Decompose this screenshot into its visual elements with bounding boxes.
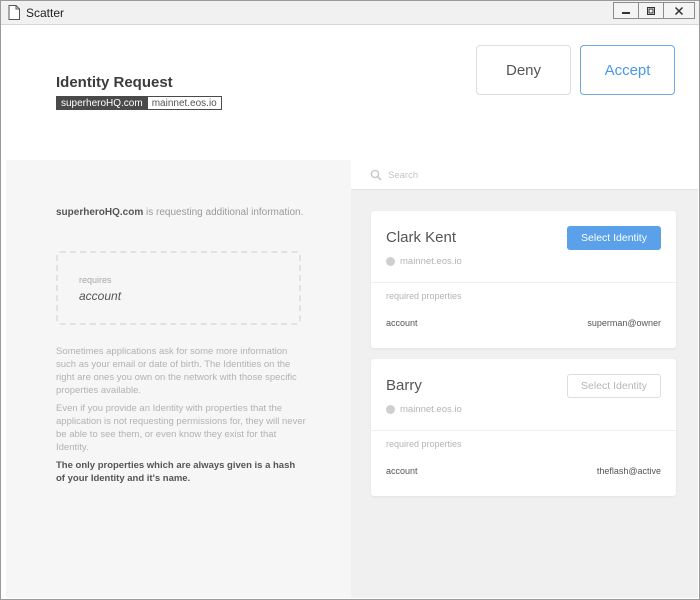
requirements-box: requires account (56, 251, 301, 325)
origin-tags: superheroHQ.com mainnet.eos.io (56, 96, 222, 110)
select-identity-button[interactable]: Select Identity (567, 374, 661, 398)
identity-network: mainnet.eos.io (386, 404, 462, 415)
window-controls (613, 2, 695, 19)
title-bar[interactable]: Scatter (1, 1, 699, 25)
identity-card: Clark Kent Select Identity mainnet.eos.i… (371, 211, 676, 348)
globe-icon (386, 257, 395, 266)
identity-name: Barry (386, 377, 422, 394)
network-label: mainnet.eos.io (400, 404, 462, 415)
domain-tag: superheroHQ.com (56, 96, 148, 110)
search-bar (351, 160, 698, 190)
info-paragraph-3: The only properties which are always giv… (56, 460, 296, 484)
divider (371, 282, 676, 283)
requires-label: requires (79, 275, 112, 285)
identity-panel: Clark Kent Select Identity mainnet.eos.i… (351, 160, 698, 598)
scatter-window: Scatter Identity Request superheroHQ.com… (0, 0, 700, 600)
required-properties-label: required properties (386, 439, 462, 449)
minimize-icon (622, 11, 630, 14)
property-key: account (386, 318, 418, 328)
close-icon (674, 6, 684, 15)
accept-button[interactable]: Accept (580, 45, 675, 95)
search-icon (370, 169, 382, 181)
info-panel: superheroHQ.com is requesting additional… (6, 160, 351, 598)
network-tag: mainnet.eos.io (147, 96, 222, 110)
divider (371, 430, 676, 431)
property-value: superman@owner (587, 318, 661, 328)
requesting-message: is requesting additional information. (143, 207, 304, 218)
identity-card: Barry Select Identity mainnet.eos.io req… (371, 359, 676, 496)
requesting-text: superheroHQ.com is requesting additional… (56, 207, 303, 218)
info-paragraph-1: Sometimes applications ask for some more… (56, 346, 297, 396)
property-value: theflash@active (596, 466, 661, 476)
window-title: Scatter (26, 6, 65, 20)
requires-value: account (79, 289, 122, 303)
requesting-domain: superheroHQ.com (56, 207, 144, 218)
maximize-button[interactable] (639, 3, 664, 18)
restore-icon (647, 6, 655, 15)
required-properties-label: required properties (386, 291, 462, 301)
close-button[interactable] (664, 3, 694, 18)
globe-icon (386, 405, 395, 414)
document-icon (8, 5, 20, 20)
network-label: mainnet.eos.io (400, 256, 462, 267)
search-input[interactable] (388, 167, 678, 183)
identity-name: Clark Kent (386, 229, 457, 246)
minimize-button[interactable] (614, 3, 639, 18)
deny-button[interactable]: Deny (476, 45, 571, 95)
request-header: Identity Request superheroHQ.com mainnet… (6, 26, 698, 160)
identity-network: mainnet.eos.io (386, 256, 462, 267)
property-key: account (386, 466, 418, 476)
info-paragraph-2: Even if you provide an Identity with pro… (56, 403, 306, 453)
page-title: Identity Request (56, 74, 173, 91)
select-identity-button[interactable]: Select Identity (567, 226, 661, 250)
